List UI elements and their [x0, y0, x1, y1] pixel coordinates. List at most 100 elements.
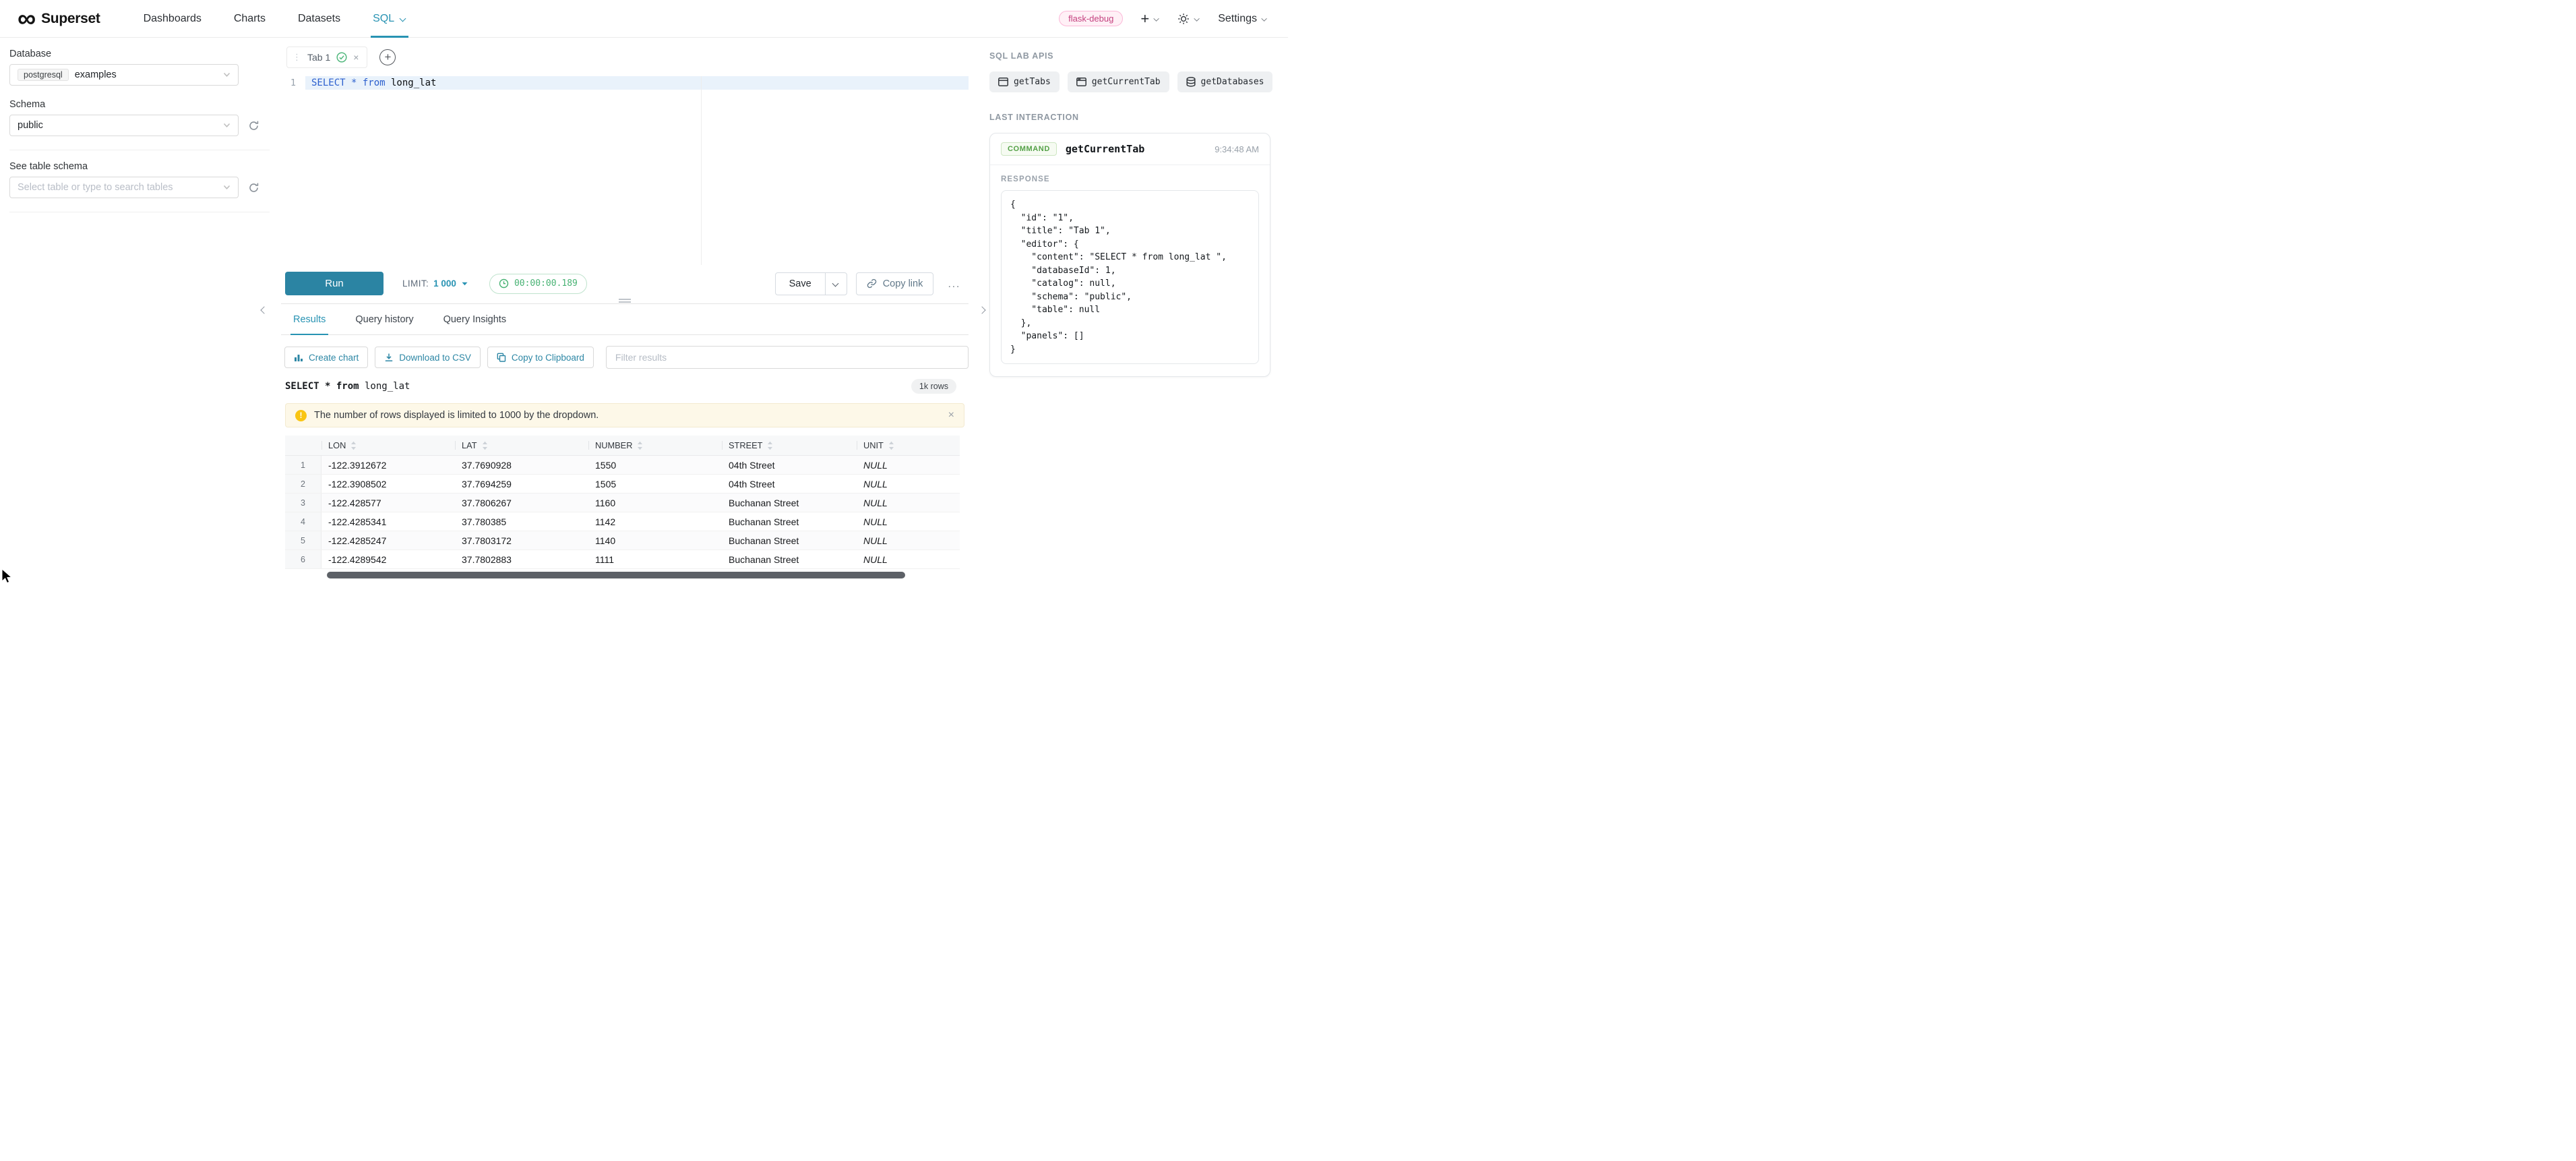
clock-icon: [499, 278, 509, 289]
save-options-button[interactable]: [825, 273, 847, 295]
theme-toggle-button[interactable]: [1177, 13, 1200, 25]
results-actions: Create chart Download to CSV Copy to Cli…: [281, 346, 969, 369]
column-header-lon[interactable]: LON: [321, 436, 455, 455]
database-label: Database: [9, 49, 270, 59]
run-button[interactable]: Run: [285, 272, 384, 295]
create-chart-label: Create chart: [309, 353, 359, 363]
tab-query-insights[interactable]: Query Insights: [441, 304, 510, 334]
interaction-card-header: COMMAND getCurrentTab 9:34:48 AM: [990, 133, 1270, 165]
row-limit-alert: ! The number of rows displayed is limite…: [285, 403, 964, 427]
nav-label: Dashboards: [144, 13, 202, 25]
schema-select[interactable]: public: [9, 115, 239, 136]
database-icon: [1186, 77, 1196, 87]
table-select[interactable]: Select table or type to search tables: [9, 177, 239, 198]
save-split-button: Save: [775, 272, 847, 295]
create-chart-button[interactable]: Create chart: [284, 347, 368, 368]
chevron-right-icon: [978, 306, 985, 314]
code-line: SELECT * fromlong_lat: [311, 76, 436, 90]
query-timer: 00:00:00.189: [489, 274, 587, 294]
copy-link-button[interactable]: Copy link: [856, 272, 934, 295]
nav-datasets[interactable]: Datasets: [298, 0, 340, 37]
scrollbar-thumb[interactable]: [327, 572, 905, 578]
column-header-lat[interactable]: LAT: [455, 436, 588, 455]
save-button[interactable]: Save: [776, 273, 825, 295]
limit-label: LIMIT:: [402, 278, 429, 289]
chevron-down-icon: [1154, 16, 1160, 22]
tab-query-history[interactable]: Query history: [352, 304, 416, 334]
column-header-number[interactable]: NUMBER: [588, 436, 722, 455]
navbar: ∞ Superset Dashboards Charts Datasets SQ…: [0, 0, 1288, 38]
print-margin-line: [701, 76, 702, 265]
add-tab-button[interactable]: +: [379, 49, 396, 65]
copy-clipboard-label: Copy to Clipboard: [512, 353, 584, 363]
caret-down-icon: [462, 282, 468, 286]
row-number-header: [285, 436, 321, 455]
sort-icon: [350, 441, 357, 450]
download-icon: [384, 353, 394, 362]
download-csv-button[interactable]: Download to CSV: [375, 347, 481, 368]
superset-brand[interactable]: ∞ Superset: [18, 5, 100, 32]
nav-sql[interactable]: SQL: [373, 0, 406, 37]
line-number: 1: [281, 76, 305, 90]
alert-message: The number of rows displayed is limited …: [314, 410, 599, 421]
sqllab-main: ⋮ Tab 1 × + 1 SELECT * fromlong_lat Run …: [281, 38, 969, 580]
collapse-sidebar-button[interactable]: [259, 305, 268, 317]
tab-results[interactable]: Results: [290, 304, 328, 334]
sql-keywords: SELECT * from: [311, 78, 386, 88]
table-row: 5 -122.4285247 37.7803172 1140 Buchanan …: [285, 531, 960, 550]
close-tab-icon[interactable]: ×: [353, 52, 359, 63]
chevron-down-icon: [400, 16, 406, 22]
nav-dashboards[interactable]: Dashboards: [144, 0, 202, 37]
plus-icon: +: [384, 51, 391, 63]
limit-dropdown[interactable]: LIMIT: 1 000: [402, 278, 468, 289]
command-badge: COMMAND: [1001, 142, 1057, 156]
get-databases-button[interactable]: getDatabases: [1177, 71, 1273, 92]
settings-menu[interactable]: Settings: [1218, 13, 1268, 25]
copy-link-label: Copy link: [883, 278, 923, 289]
api-panel-title: SQL LAB APIS: [989, 51, 1270, 61]
nav-charts[interactable]: Charts: [234, 0, 266, 37]
chart-icon: [294, 353, 303, 362]
table-select-placeholder: Select table or type to search tables: [18, 182, 173, 193]
sort-icon: [637, 441, 643, 450]
sqllab-left-sidebar: Database postgresql examples Schema publ…: [0, 38, 270, 580]
warning-icon: !: [295, 410, 307, 421]
mouse-cursor: [1, 568, 14, 585]
last-interaction-title: LAST INTERACTION: [989, 113, 1270, 122]
tab-label: Results: [293, 314, 326, 325]
get-tabs-button[interactable]: getTabs: [989, 71, 1060, 92]
more-actions-button[interactable]: ...: [942, 277, 966, 291]
copy-clipboard-button[interactable]: Copy to Clipboard: [487, 347, 594, 368]
results-table: LON LAT NUMBER STREET UNIT 1 -122.391267…: [285, 436, 960, 569]
nav-label: Datasets: [298, 13, 340, 25]
column-header-unit[interactable]: UNIT: [857, 436, 960, 455]
browser-tab-icon: [1076, 78, 1086, 86]
get-current-tab-button[interactable]: getCurrentTab: [1068, 71, 1169, 92]
sort-icon: [767, 441, 773, 450]
query-tab[interactable]: ⋮ Tab 1 ×: [286, 47, 367, 68]
command-name: getCurrentTab: [1066, 143, 1144, 155]
drag-handle-icon[interactable]: ⋮: [293, 52, 301, 63]
database-value: examples: [75, 69, 117, 80]
tab-label: Query Insights: [443, 314, 507, 325]
chevron-down-icon: [223, 123, 231, 128]
refresh-tables-icon[interactable]: [248, 182, 259, 194]
environment-badge: flask-debug: [1059, 11, 1123, 26]
sort-icon: [482, 441, 488, 450]
sql-code-editor[interactable]: 1 SELECT * fromlong_lat: [281, 76, 969, 265]
refresh-schemas-icon[interactable]: [248, 120, 259, 131]
api-buttons: getTabs getCurrentTab getDatabases: [989, 71, 1270, 92]
sort-icon: [888, 441, 894, 450]
column-header-street[interactable]: STREET: [722, 436, 857, 455]
close-alert-icon[interactable]: ×: [948, 409, 954, 421]
chevron-down-icon: [223, 185, 231, 190]
database-select[interactable]: postgresql examples: [9, 64, 239, 86]
chevron-down-icon: [223, 72, 231, 78]
window-icon: [998, 78, 1008, 86]
new-item-button[interactable]: +: [1140, 12, 1160, 26]
resize-grip[interactable]: [619, 299, 631, 303]
horizontal-scrollbar[interactable]: [285, 572, 960, 579]
expand-right-panel-button[interactable]: [979, 305, 988, 317]
rows-count-badge: 1k rows: [911, 379, 956, 394]
filter-results-input[interactable]: [606, 346, 969, 369]
